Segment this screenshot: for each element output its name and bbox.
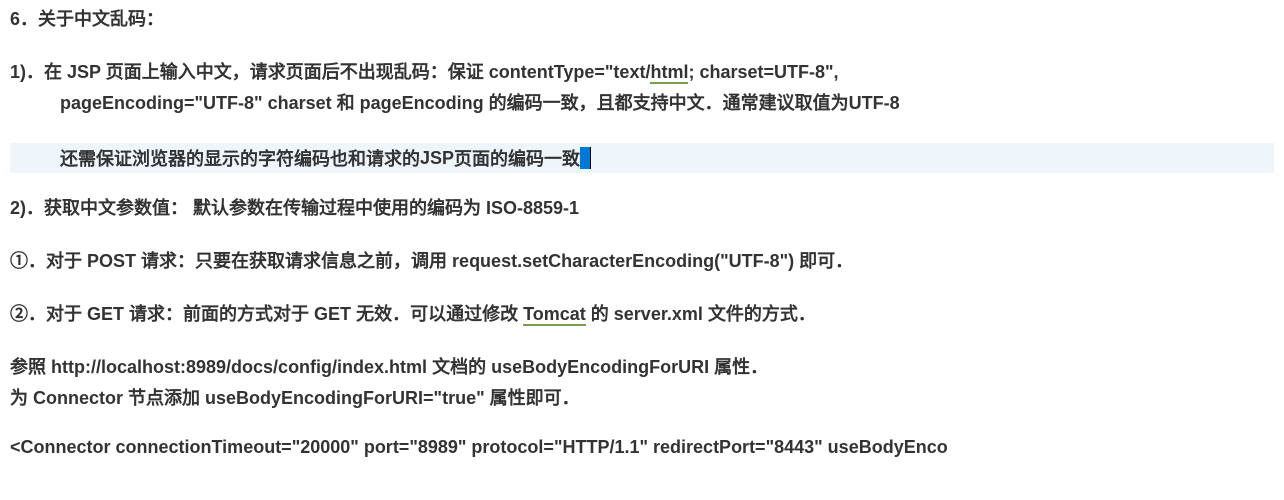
text: 属性． [709,357,768,377]
text: 请求：前面的方式对于 [124,304,314,324]
blank-line [10,279,1274,301]
text-selection-cursor [580,147,590,169]
text: ②．对于 [10,304,87,324]
para-2-line: 2)．获取中文参数值： 默认参数在传输过程中使用的编码为 ISO-8859-1 [10,195,1274,222]
heading-line: 6．关于中文乱码： [10,6,1274,33]
blank-line [10,121,1274,143]
text: GET [87,304,124,324]
text: 参照 [10,357,51,377]
text: 页面上输入中文，请求页面后不出现乱码：保证 [101,62,489,82]
blank-line [10,37,1274,59]
text: contentType="text/ [489,62,651,82]
para-1-line-1: 1)．在 JSP 页面上输入中文，请求页面后不出现乱码：保证 contentTy… [10,59,1274,86]
blank-line [10,332,1274,354]
ref-line-1: 参照 http://localhost:8989/docs/config/ind… [10,354,1274,381]
item-1-line: ①．对于 POST 请求：只要在获取请求信息之前，调用 request.setC… [10,248,1274,275]
text: 文件的方式． [703,304,816,324]
text: ①．对于 [10,251,87,271]
text: 和 [332,93,360,113]
text: 无效．可以通过修改 [351,304,523,324]
text: JSP [67,62,101,82]
text: ISO-8859-1 [486,198,579,218]
text: 的编码一致，且都支持中文．通常建议取值为UTF-8 [484,93,900,113]
highlighted-line: 还需保证浏览器的显示的字符编码也和请求的 JSP 页面的编码一致 [10,143,1274,173]
ref-line-2: 为 Connector 节点添加 useBodyEncodingForURI="… [10,385,1274,412]
text: pageEncoding="UTF-8" charset [60,93,332,113]
text-cursor [590,147,591,169]
text: 还需保证浏览器的显示的字符编码也和请求的 [60,145,420,171]
code-line: <Connector connectionTimeout="20000" por… [10,434,1274,461]
text: http://localhost:8989/docs/config/index.… [51,357,427,377]
text: 页面的编码一致 [454,145,580,171]
text: 文档的 [427,357,491,377]
text: ; charset=UTF-8", [688,62,838,82]
underlined-html: html [650,62,688,84]
text: 为 [10,388,33,408]
text: server.xml [614,304,703,324]
para-1-line-2: pageEncoding="UTF-8" charset 和 pageEncod… [10,90,1274,117]
text: 的 [586,304,614,324]
text: POST [87,251,136,271]
text: pageEncoding [360,93,484,113]
text: GET [314,304,351,324]
text: useBodyEncodingForURI="true" [205,388,485,408]
text: Connector [33,388,123,408]
text: 请求：只要在获取请求信息之前，调用 [136,251,452,271]
blank-line [10,173,1274,195]
text: JSP [420,148,454,169]
text: 属性即可． [485,388,580,408]
text: useBodyEncodingForURI [491,357,709,377]
blank-line [10,226,1274,248]
text: request.setCharacterEncoding("UTF-8") [452,251,794,271]
underlined-tomcat: Tomcat [523,304,586,326]
text: 节点添加 [123,388,205,408]
text: 2)．获取中文参数值： 默认参数在传输过程中使用的编码为 [10,198,486,218]
text: 即可． [794,251,853,271]
blank-line [10,416,1274,434]
text: 1)．在 [10,62,67,82]
item-2-line: ②．对于 GET 请求：前面的方式对于 GET 无效．可以通过修改 Tomcat… [10,301,1274,328]
